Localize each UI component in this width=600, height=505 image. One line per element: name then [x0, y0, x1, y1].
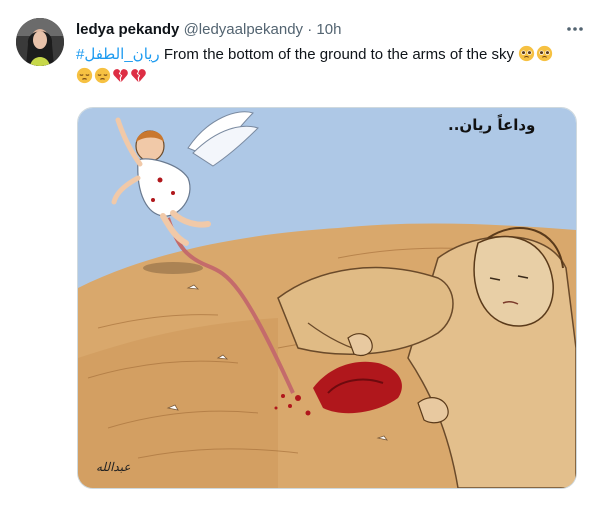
more-options-button[interactable] — [560, 14, 590, 44]
pensive-face-emoji — [94, 67, 111, 84]
hashtag-link[interactable]: #ريان_الطفل — [76, 46, 160, 63]
tweet-header: ledya pekandy @ledyaalpekandy · 10h — [76, 20, 341, 40]
broken-heart-emoji — [131, 69, 146, 83]
cartoon-illustration — [78, 108, 576, 488]
pensive-face-emoji — [76, 67, 93, 84]
tweet[interactable]: ledya pekandy @ledyaalpekandy · 10h #ريا… — [0, 0, 600, 505]
user-handle[interactable]: @ledyaalpekandy — [184, 21, 303, 38]
pleading-face-emoji — [537, 45, 553, 62]
tweet-media-image[interactable]: وداعاً ريان.. عبدالله — [77, 107, 577, 489]
tweet-text: #ريان_الطفل From the bottom of the groun… — [76, 44, 576, 88]
tweet-body-text: From the bottom of the ground to the arm… — [163, 46, 515, 63]
display-name[interactable]: ledya pekandy — [76, 21, 179, 38]
broken-heart-emoji — [113, 69, 128, 83]
artist-signature: عبدالله — [96, 460, 131, 474]
avatar[interactable] — [16, 18, 64, 66]
more-icon — [567, 27, 583, 31]
pleading-face-emoji — [519, 45, 535, 62]
cartoon-caption: وداعاً ريان.. — [448, 116, 536, 134]
separator-dot: · — [307, 21, 313, 38]
timestamp[interactable]: 10h — [316, 21, 341, 38]
